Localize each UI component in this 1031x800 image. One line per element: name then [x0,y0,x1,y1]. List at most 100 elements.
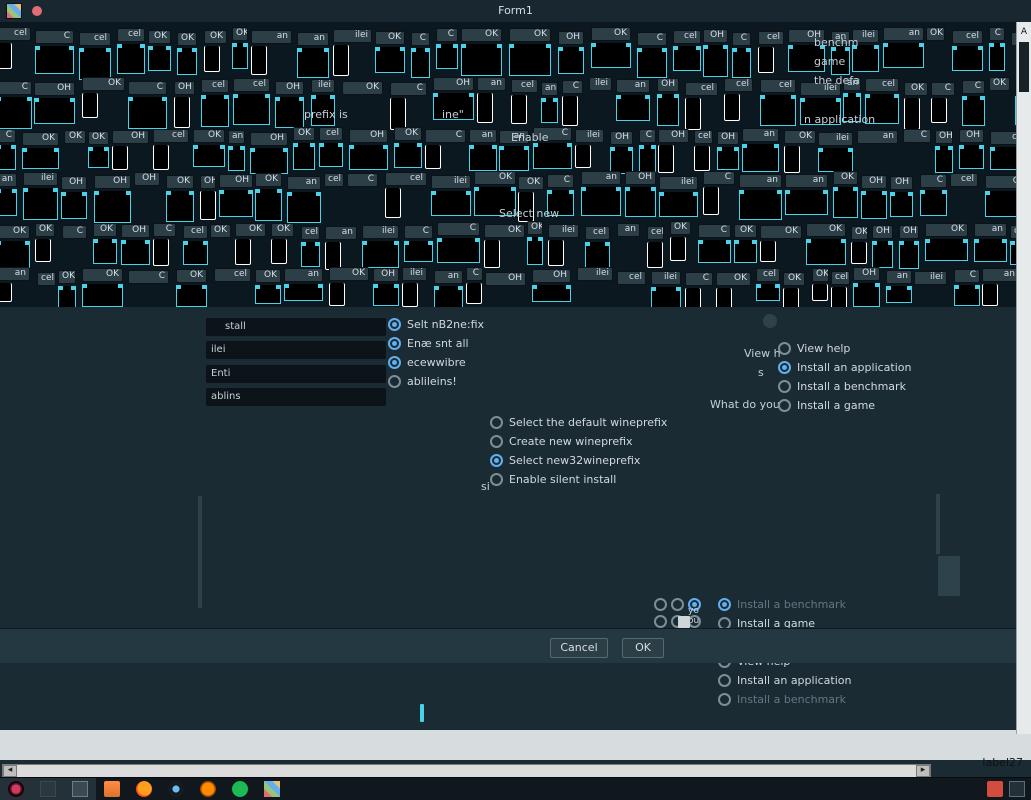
tile-button-fragment: OK [784,130,816,144]
corrupted-tile: OH [558,31,584,74]
radio-select-new32[interactable] [490,454,503,467]
tile-button-fragment: OH [717,131,739,145]
corrupted-tile: OK [591,27,631,68]
taskbar-start[interactable] [0,778,32,800]
cancel-button[interactable]: Cancel [550,638,608,658]
tile-button-fragment: cel [694,130,713,144]
tile-slab [82,284,123,307]
radio-install-bench[interactable] [778,380,791,393]
tile-button-fragment: OK [88,131,109,145]
radio-install-app[interactable] [778,361,791,374]
text-stall[interactable]: stall [206,318,386,336]
window-title: Form1 [498,4,533,17]
radio-ecewwibre[interactable] [388,356,401,369]
tile-button-fragment: C [347,173,378,187]
tile-slab [404,241,433,262]
tile-slab [952,46,983,71]
tile-slab [88,147,109,168]
tile-slab [962,96,985,126]
corrupted-tile: C [347,173,378,216]
ok-button[interactable]: OK [622,638,664,658]
tile-slab [193,145,225,167]
radio-seltnb2[interactable] [388,318,401,331]
tile-slab [591,43,631,68]
corrupted-tile: ilei [402,267,427,307]
radio-ablileins[interactable] [388,375,401,388]
tile-button-fragment: cel [756,268,780,282]
tile-slab [637,48,667,78]
radio-enaesnt[interactable] [388,337,401,350]
tile-button-fragment: OK [518,176,544,190]
tile-slab [831,287,847,309]
tile-button-fragment: OH [935,130,953,144]
tile-slab [35,239,51,262]
tile-button-fragment: C [153,223,176,237]
tile-slab [204,46,220,72]
corrupted-tile: C [62,225,87,262]
corrupted-tile: cel [385,172,427,218]
taskbar-files[interactable] [96,778,128,800]
pill-1[interactable] [654,598,667,611]
corrupted-tile: an [0,267,30,302]
lutris-icon [200,781,216,797]
tile-button-fragment: OK [0,225,30,239]
tile-button-fragment: OK [783,272,805,286]
corrupted-tile: OH [853,267,880,307]
radio-create-new[interactable] [490,435,503,448]
tile-slab [925,239,968,261]
corrupted-tile: an [886,270,912,303]
tile-button-fragment: OK [64,130,86,144]
tile-button-fragment: OK [204,30,227,44]
corrupted-tile: an [742,128,779,172]
radio-br-bench-trunc[interactable] [718,598,731,611]
tile-button-fragment: C [698,224,731,238]
tile-button-fragment: an [477,77,506,91]
corrupted-tile: OH [349,129,388,170]
corrupted-tile: OK [35,223,55,262]
tile-slab [61,192,87,219]
close-icon[interactable] [32,6,42,16]
taskbar-lutris[interactable] [192,778,224,800]
radio-enable-silent[interactable] [490,473,503,486]
horizontal-scrollbar[interactable]: ◂ ▸ [2,764,931,778]
tile-slab [394,143,422,168]
tile-button-fragment: ilei [402,267,427,281]
tile-button-fragment: ilei [548,224,579,238]
tile-slab [349,145,388,170]
radio-select-default[interactable] [490,416,503,429]
tile-slab [0,43,12,69]
label-br-bench-trunc: Install a benchmark [737,598,846,611]
tile-slab [201,95,229,127]
scroll-right-icon[interactable]: ▸ [916,765,930,777]
taskbar-firefox[interactable] [128,778,160,800]
radio-br-bench[interactable] [718,693,731,706]
taskbar-terminal[interactable] [64,778,96,800]
action-bar: Cancel OK [0,628,1031,663]
corrupted-tile: cel [324,173,344,214]
tile-slab [200,191,216,220]
taskbar-showdesk[interactable] [32,778,64,800]
taskbar-spotify[interactable] [224,778,256,800]
pill-4[interactable] [654,615,667,628]
kill-window-icon[interactable] [987,781,1003,797]
taskbar-steam[interactable] [160,778,192,800]
text-enti[interactable]: Enti [206,365,386,383]
rect-icon [40,781,56,797]
corrupted-tile: OH [935,130,953,173]
overlay-game: game [814,55,845,68]
radio-install-game[interactable] [778,399,791,412]
text-ilei[interactable]: ilei [206,341,386,359]
tile-button-fragment: OH [853,267,880,281]
radio-br-app[interactable] [718,674,731,687]
pill-2[interactable] [671,598,684,611]
tile-button-fragment: cel [153,129,189,143]
tile-button-fragment: C [989,27,1005,41]
tile-slab [989,43,1005,71]
corrupted-tile: OK [760,225,802,262]
tile-slab [301,242,320,267]
tray-terminal-icon[interactable] [1009,781,1025,797]
taskbar-palette[interactable] [256,778,288,800]
tile-slab [647,242,663,268]
scroll-left-icon[interactable]: ◂ [3,765,17,777]
text-ablins[interactable]: ablins [206,388,386,406]
